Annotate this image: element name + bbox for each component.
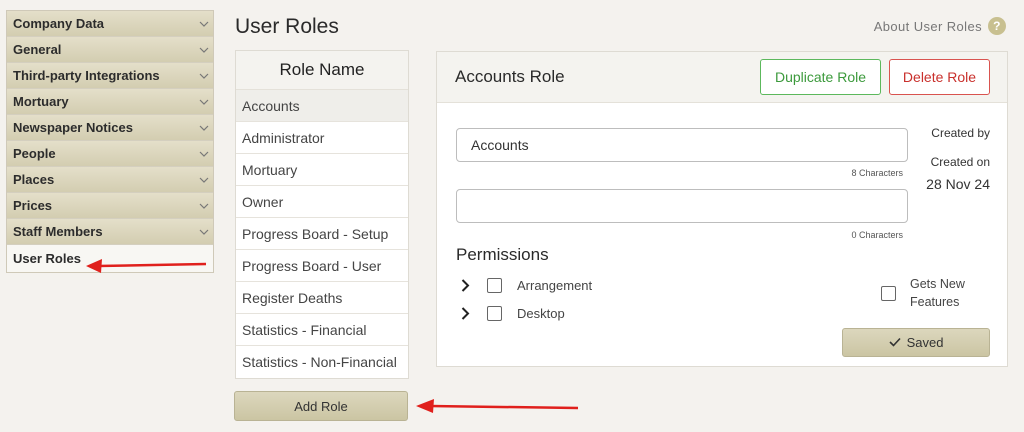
gets-new-features-option: Gets New Features bbox=[881, 275, 980, 311]
check-icon bbox=[888, 335, 901, 350]
sidebar-item-label: People bbox=[13, 146, 56, 161]
sidebar-item-label: Company Data bbox=[13, 16, 105, 31]
role-item-progress-board-setup[interactable]: Progress Board - Setup bbox=[236, 218, 408, 250]
about-user-roles-link[interactable]: About User Roles ? bbox=[874, 17, 1006, 35]
chevron-right-icon[interactable] bbox=[461, 279, 473, 293]
sidebar-item-newspaper-notices[interactable]: Newspaper Notices bbox=[7, 115, 213, 141]
red-arrow-icon bbox=[416, 399, 579, 413]
sidebar-item-people[interactable]: People bbox=[7, 141, 213, 167]
created-on-value: 28 Nov 24 bbox=[926, 176, 990, 192]
permission-row-desktop: Desktop bbox=[461, 306, 565, 321]
sidebar-item-label: Newspaper Notices bbox=[13, 120, 133, 135]
role-detail-title: Accounts Role bbox=[455, 67, 565, 86]
permission-label: Arrangement bbox=[517, 278, 593, 293]
role-item-statistics-financial[interactable]: Statistics - Financial bbox=[236, 314, 408, 346]
chevron-down-icon bbox=[199, 46, 209, 54]
red-arrow-icon bbox=[86, 259, 207, 273]
chevron-down-icon bbox=[199, 20, 209, 28]
role-item-statistics-non-financial[interactable]: Statistics - Non-Financial bbox=[236, 346, 408, 378]
role-item-accounts[interactable]: Accounts bbox=[236, 90, 408, 122]
created-on-label: Created on bbox=[930, 155, 990, 169]
sidebar-item-label: User Roles bbox=[13, 251, 81, 266]
chevron-down-icon bbox=[199, 176, 209, 184]
role-list-header: Role Name bbox=[236, 51, 408, 90]
role-item-register-deaths[interactable]: Register Deaths bbox=[236, 282, 408, 314]
sidebar-item-label: Prices bbox=[13, 198, 53, 213]
chevron-down-icon bbox=[199, 150, 209, 158]
sidebar-item-staff-members[interactable]: Staff Members bbox=[7, 219, 213, 245]
chevron-down-icon bbox=[199, 72, 209, 80]
sidebar-item-label: General bbox=[13, 42, 62, 57]
created-by-label: Created by bbox=[931, 126, 990, 140]
gets-new-features-label: Gets New Features bbox=[910, 277, 965, 309]
role-list: Role Name Accounts Administrator Mortuar… bbox=[235, 50, 409, 379]
sidebar-item-general[interactable]: General bbox=[7, 37, 213, 63]
delete-role-button[interactable]: Delete Role bbox=[889, 59, 990, 95]
gets-new-features-checkbox[interactable] bbox=[881, 285, 896, 301]
chevron-down-icon bbox=[199, 202, 209, 210]
chevron-down-icon bbox=[199, 124, 209, 132]
role-item-owner[interactable]: Owner bbox=[236, 186, 408, 218]
chevron-down-icon bbox=[199, 98, 209, 106]
sidebar-item-places[interactable]: Places bbox=[7, 167, 213, 193]
role-description-char-count: 0 Characters bbox=[851, 230, 903, 240]
permission-checkbox[interactable] bbox=[487, 278, 502, 293]
permissions-title: Permissions bbox=[456, 245, 549, 264]
role-detail-header: Accounts Role Duplicate Role Delete Role bbox=[437, 52, 1007, 103]
role-detail-panel: Accounts Role Duplicate Role Delete Role… bbox=[436, 51, 1008, 367]
sidebar-item-label: Staff Members bbox=[13, 224, 103, 239]
role-name-char-count: 8 Characters bbox=[851, 168, 903, 178]
role-item-administrator[interactable]: Administrator bbox=[236, 122, 408, 154]
add-role-button[interactable]: Add Role bbox=[234, 391, 408, 421]
role-item-progress-board-user[interactable]: Progress Board - User bbox=[236, 250, 408, 282]
sidebar-item-label: Places bbox=[13, 172, 55, 187]
sidebar-item-label: Mortuary bbox=[13, 94, 69, 109]
role-name-input[interactable]: Accounts bbox=[456, 128, 908, 162]
sidebar-item-company-data[interactable]: Company Data bbox=[7, 11, 213, 37]
page-title: User Roles bbox=[235, 15, 339, 38]
role-description-input[interactable] bbox=[456, 189, 908, 223]
duplicate-role-button[interactable]: Duplicate Role bbox=[760, 59, 881, 95]
permission-label: Desktop bbox=[517, 306, 565, 321]
role-item-mortuary[interactable]: Mortuary bbox=[236, 154, 408, 186]
about-link-label: About User Roles bbox=[873, 18, 982, 34]
chevron-down-icon bbox=[199, 228, 209, 236]
permission-row-arrangement: Arrangement bbox=[461, 278, 592, 293]
sidebar-item-label: Third-party Integrations bbox=[13, 68, 160, 83]
help-icon: ? bbox=[988, 17, 1006, 35]
sidebar-item-prices[interactable]: Prices bbox=[7, 193, 213, 219]
chevron-right-icon[interactable] bbox=[461, 307, 473, 321]
saved-label: Saved bbox=[906, 335, 944, 350]
sidebar-item-mortuary[interactable]: Mortuary bbox=[7, 89, 213, 115]
permission-checkbox[interactable] bbox=[487, 306, 502, 321]
saved-button[interactable]: Saved bbox=[842, 328, 990, 357]
sidebar-item-third-party-integrations[interactable]: Third-party Integrations bbox=[7, 63, 213, 89]
settings-sidebar: Company Data General Third-party Integra… bbox=[6, 10, 214, 273]
